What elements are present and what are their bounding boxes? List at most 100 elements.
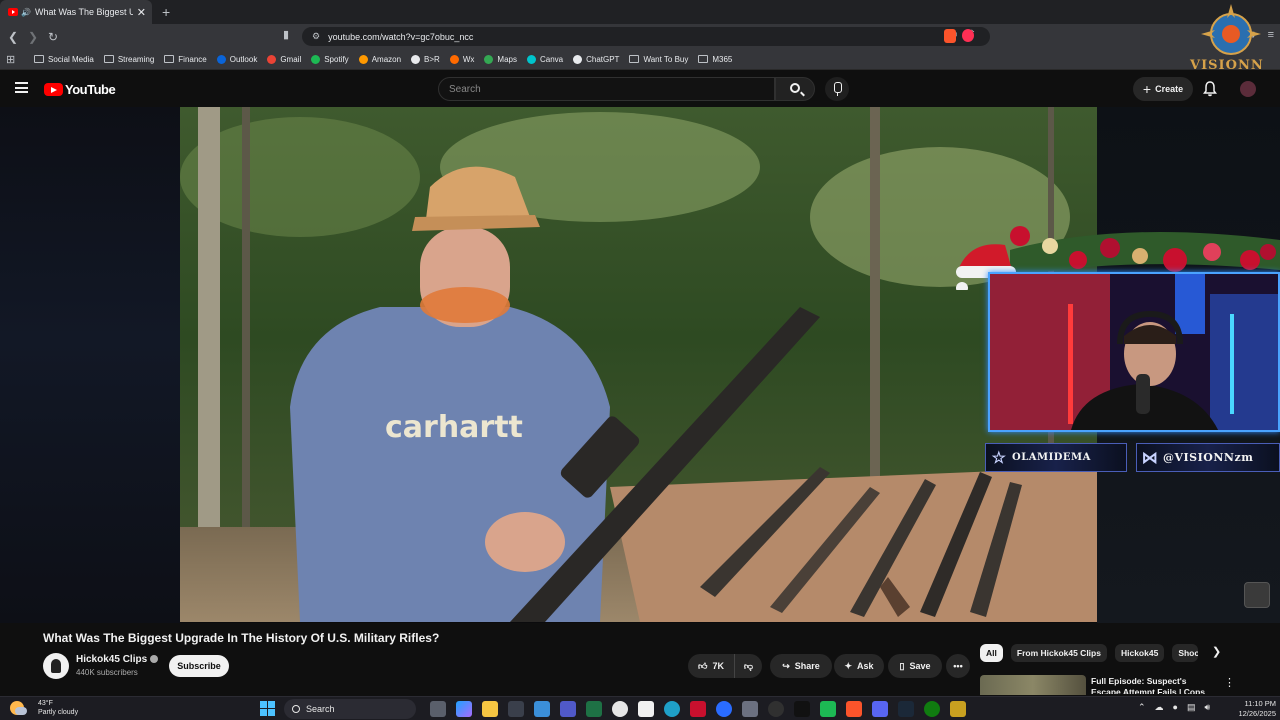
- edge-icon[interactable]: [664, 701, 680, 717]
- photos-icon[interactable]: [534, 701, 550, 717]
- copilot-icon[interactable]: [456, 701, 472, 717]
- channel-watermark-icon[interactable]: [1244, 582, 1270, 608]
- search-input[interactable]: Search: [438, 77, 775, 101]
- game-icon[interactable]: [950, 701, 966, 717]
- bookmark-label: Maps: [497, 54, 517, 64]
- bookmark-item[interactable]: Wx: [449, 54, 474, 64]
- task-view-icon[interactable]: [430, 701, 446, 717]
- create-button[interactable]: + Create: [1133, 77, 1193, 101]
- apps-grid-icon[interactable]: ⊞: [6, 53, 28, 66]
- youtube-logo[interactable]: YouTube: [44, 82, 116, 97]
- terminal-icon[interactable]: [508, 701, 524, 717]
- bookmark-item[interactable]: Maps: [484, 54, 517, 64]
- tray-chevron-icon[interactable]: ⌃: [1138, 702, 1146, 713]
- bookmark-page-icon[interactable]: ▮: [283, 28, 289, 41]
- youtube-play-icon: [44, 83, 63, 96]
- visionn-logo: VISIONN: [1186, 0, 1280, 78]
- site-info-icon[interactable]: ⚙: [312, 31, 320, 42]
- video-title: What Was The Biggest Upgrade In The Hist…: [43, 631, 440, 645]
- browser-tab-active[interactable]: 🔊 What Was The Biggest Upgrade In The Hi…: [0, 0, 152, 24]
- like-button[interactable]: 👍︎ 7K: [688, 654, 735, 678]
- xbox-icon[interactable]: [924, 701, 940, 717]
- bookmark-label: Finance: [178, 54, 207, 64]
- voice-search-icon[interactable]: [825, 77, 849, 101]
- filter-chip[interactable]: Shoo: [1172, 644, 1199, 662]
- chips-next-icon[interactable]: ❯: [1212, 645, 1221, 658]
- file-explorer-icon[interactable]: [482, 701, 498, 717]
- ambient-left: [0, 107, 180, 623]
- cloud-icon[interactable]: ☁: [1155, 702, 1164, 713]
- thumbs-up-icon: 👍︎: [698, 660, 708, 671]
- power-meter-icon[interactable]: [690, 701, 706, 717]
- tiktok-icon[interactable]: [794, 701, 810, 717]
- share-button[interactable]: ↪ Share: [770, 654, 832, 678]
- temperature: 43°F: [38, 700, 53, 707]
- bookmark-item[interactable]: Spotify: [311, 54, 349, 64]
- capcut-icon[interactable]: [638, 701, 654, 717]
- recommended-thumbnail[interactable]: [980, 675, 1086, 695]
- forward-icon[interactable]: ❯: [23, 30, 43, 44]
- vpn-icon[interactable]: [716, 701, 732, 717]
- channel-avatar[interactable]: [43, 653, 69, 679]
- taskbar-search[interactable]: Search: [284, 699, 416, 719]
- brave-icon[interactable]: [846, 701, 862, 717]
- windows-start-icon[interactable]: [260, 701, 275, 716]
- search-button[interactable]: [775, 77, 815, 101]
- hamburger-menu-icon[interactable]: [15, 82, 28, 93]
- close-tab-icon[interactable]: ✕: [137, 6, 146, 19]
- recommended-menu-icon[interactable]: ⋮: [1224, 676, 1235, 689]
- mic-tray-icon[interactable]: ●: [1173, 702, 1178, 713]
- url-bar[interactable]: ⚙ youtube.com/watch?v=gc7obuc_ncc ▭ ⇪: [302, 27, 990, 46]
- bookmark-item[interactable]: M365: [698, 55, 732, 64]
- network-icon[interactable]: ▤: [1187, 702, 1196, 713]
- bookmark-item[interactable]: Canva: [526, 54, 563, 64]
- ask-button[interactable]: ✦ Ask: [834, 654, 884, 678]
- subscribe-button[interactable]: Subscribe: [169, 655, 229, 677]
- bookmark-item[interactable]: Amazon: [358, 54, 401, 64]
- filter-chip[interactable]: All: [980, 644, 1003, 662]
- video-player[interactable]: carhartt: [180, 107, 1097, 622]
- account-avatar[interactable]: [1240, 81, 1256, 97]
- dislike-button[interactable]: 👎︎: [735, 654, 762, 678]
- obs-icon[interactable]: [768, 701, 784, 717]
- filter-chip[interactable]: From Hickok45 Clips: [1010, 644, 1107, 662]
- plus-icon: +: [1142, 81, 1152, 97]
- star-icon: ☆: [991, 449, 1007, 467]
- bookmark-item[interactable]: B>R: [411, 54, 440, 64]
- social-nameplate: ⋈ @VISIONNzm: [1136, 443, 1280, 472]
- filter-chip[interactable]: Hickok45: [1114, 644, 1165, 662]
- bookmark-item[interactable]: ChatGPT: [573, 54, 619, 64]
- extension-badge-icon[interactable]: [962, 29, 974, 42]
- bookmark-item[interactable]: Want To Buy: [629, 55, 688, 64]
- amazon-icon: [358, 54, 368, 64]
- channel-name[interactable]: Hickok45 Clips: [76, 654, 147, 665]
- back-icon[interactable]: ❮: [3, 30, 23, 44]
- more-actions-button[interactable]: •••: [946, 654, 970, 678]
- system-clock[interactable]: 11:10 PM 12/26/2025: [1236, 699, 1276, 719]
- reload-icon[interactable]: ↻: [43, 30, 63, 44]
- channel-name-row[interactable]: Hickok45 Clips: [76, 654, 159, 665]
- excel-icon[interactable]: [586, 701, 602, 717]
- app-icon-generic[interactable]: [742, 701, 758, 717]
- discord-icon[interactable]: [872, 701, 888, 717]
- speaker-icon[interactable]: 🔊: [21, 8, 31, 17]
- bookmark-item[interactable]: Gmail: [267, 54, 301, 64]
- new-tab-button[interactable]: +: [162, 4, 170, 20]
- clock-date: 12/26/2025: [1238, 709, 1276, 718]
- bookmark-item[interactable]: Outlook: [216, 54, 257, 64]
- volume-icon[interactable]: 🔊︎: [1205, 702, 1211, 713]
- weather-widget[interactable]: 43°F Partly cloudy: [10, 699, 78, 717]
- github-icon[interactable]: [612, 701, 628, 717]
- brave-shields-icon[interactable]: [944, 29, 956, 43]
- steam-icon[interactable]: [898, 701, 914, 717]
- pinned-apps: [430, 701, 966, 717]
- teams-icon[interactable]: [560, 701, 576, 717]
- save-button[interactable]: ▯ Save: [888, 654, 942, 678]
- notifications-bell-icon[interactable]: [1203, 81, 1217, 97]
- recommended-title[interactable]: Full Episode: Suspect's Escape Attempt F…: [1091, 676, 1216, 694]
- bookmark-item[interactable]: Finance: [164, 54, 207, 64]
- browser-tab-strip: 🔊 What Was The Biggest Upgrade In The Hi…: [0, 0, 1280, 24]
- bookmark-item[interactable]: Streaming: [103, 55, 154, 64]
- spotify-app-icon[interactable]: [820, 701, 836, 717]
- bookmark-item[interactable]: Social Media: [34, 55, 94, 64]
